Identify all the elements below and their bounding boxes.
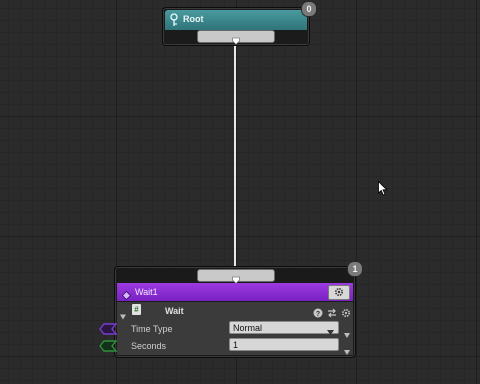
help-icon[interactable]: ? <box>313 305 323 318</box>
diamond-icon <box>121 287 132 301</box>
time-type-dropdown[interactable]: Normal <box>229 321 339 335</box>
task-header[interactable]: # Wait ? <box>117 302 353 320</box>
swap-icon[interactable] <box>327 305 337 318</box>
time-type-variable-port[interactable] <box>99 322 118 335</box>
wait-node-title-bar[interactable]: Wait1 <box>117 283 353 301</box>
hash-icon: # <box>132 304 141 315</box>
chevron-down-icon <box>232 32 240 45</box>
chevron-down-icon <box>232 271 240 284</box>
root-node-title-bar[interactable]: Root <box>165 10 307 30</box>
fold-triangle-icon[interactable] <box>120 307 126 320</box>
svg-text:?: ? <box>316 311 320 318</box>
root-node-badge: 0 <box>301 1 317 17</box>
property-row-time-type: Time Type Normal <box>117 320 353 338</box>
root-icon <box>169 13 179 27</box>
wait-input-port[interactable] <box>197 269 275 284</box>
row-menu-icon[interactable] <box>344 342 350 360</box>
mouse-cursor-icon <box>378 180 388 201</box>
gear-icon[interactable] <box>341 305 351 318</box>
connection-wire <box>234 38 236 268</box>
wait-node[interactable]: Wait1 # Wait ? Time Type Normal Seconds … <box>114 266 356 358</box>
task-panel: # Wait ? Time Type Normal Seconds 1 <box>117 302 353 355</box>
seconds-variable-port[interactable] <box>99 339 118 352</box>
seconds-label: Seconds <box>131 341 167 351</box>
wait-node-title: Wait1 <box>135 287 158 297</box>
root-node-title: Root <box>183 14 204 24</box>
task-name: Wait <box>165 306 184 316</box>
time-type-value: Normal <box>233 323 263 333</box>
time-type-label: Time Type <box>131 324 173 334</box>
property-row-seconds: Seconds 1 <box>117 337 353 355</box>
root-output-port[interactable] <box>197 30 275 45</box>
seconds-value: 1 <box>233 340 239 350</box>
gear-icon <box>334 287 344 297</box>
node-settings-button[interactable] <box>328 285 350 300</box>
wait-node-badge: 1 <box>347 261 363 277</box>
root-node[interactable]: Root <box>162 7 310 46</box>
seconds-input[interactable]: 1 <box>229 338 339 351</box>
